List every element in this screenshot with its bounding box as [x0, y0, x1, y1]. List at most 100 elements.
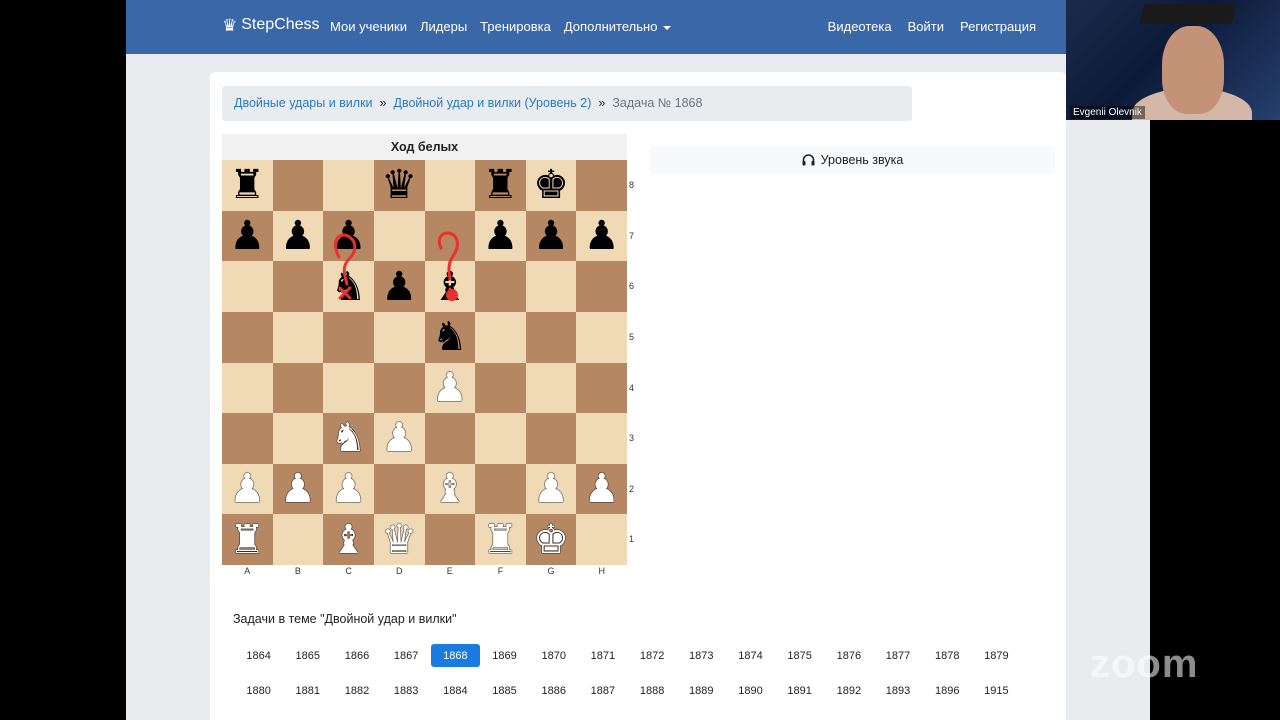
- white-king-icon[interactable]: ♚: [533, 520, 569, 560]
- task-number-button[interactable]: 1873: [677, 638, 726, 673]
- square-b8[interactable]: [272, 160, 324, 211]
- square-h8[interactable]: [576, 160, 627, 211]
- square-a7[interactable]: ♟: [222, 210, 273, 262]
- square-g1[interactable]: ♚: [525, 514, 577, 565]
- task-number-button[interactable]: 1877: [873, 638, 922, 673]
- white-pawn-icon[interactable]: ♟: [331, 469, 367, 509]
- square-b2[interactable]: ♟: [272, 463, 324, 515]
- black-pawn-icon[interactable]: ♟: [229, 216, 265, 256]
- task-number-button[interactable]: 1876: [824, 638, 873, 673]
- square-e2[interactable]: ♝: [424, 463, 476, 515]
- square-c5[interactable]: [323, 311, 374, 363]
- square-e5[interactable]: ♞: [424, 311, 476, 363]
- square-h6[interactable]: [576, 261, 627, 312]
- square-c2[interactable]: ♟: [323, 463, 374, 515]
- task-number-button[interactable]: 1896: [923, 673, 972, 708]
- square-f7[interactable]: ♟: [475, 210, 526, 262]
- task-number-button[interactable]: 1879: [972, 638, 1021, 673]
- square-f1[interactable]: ♜: [475, 514, 526, 565]
- white-pawn-icon[interactable]: ♟: [432, 368, 468, 408]
- nav-leaders[interactable]: Лидеры: [420, 19, 467, 34]
- nav-training[interactable]: Тренировка: [480, 19, 551, 34]
- task-number-button[interactable]: 1910: [382, 708, 431, 720]
- square-c7[interactable]: ♟: [323, 210, 374, 262]
- task-number-button[interactable]: 1881: [283, 673, 332, 708]
- square-d3[interactable]: ♟: [373, 413, 425, 464]
- black-pawn-icon[interactable]: ♟: [533, 216, 569, 256]
- nav-my-students[interactable]: Мои ученики: [330, 19, 407, 34]
- square-g5[interactable]: [525, 311, 577, 363]
- black-rook-icon[interactable]: ♜: [229, 165, 265, 205]
- breadcrumb-link-level[interactable]: Двойной удар и вилки (Уровень 2): [393, 96, 591, 110]
- square-f5[interactable]: [475, 311, 526, 363]
- square-h7[interactable]: ♟: [576, 210, 627, 262]
- task-number-button[interactable]: 1875: [775, 638, 824, 673]
- square-g8[interactable]: ♚: [525, 160, 577, 211]
- square-a6[interactable]: [222, 261, 273, 312]
- square-c4[interactable]: [323, 362, 374, 414]
- black-pawn-icon[interactable]: ♟: [331, 216, 367, 256]
- task-number-button[interactable]: 1867: [382, 638, 431, 673]
- task-number-button[interactable]: 1878: [923, 638, 972, 673]
- task-number-button[interactable]: 1888: [628, 673, 677, 708]
- task-number-button[interactable]: 1889: [677, 673, 726, 708]
- nav-video-library[interactable]: Видеотека: [828, 19, 892, 34]
- task-number-button[interactable]: 1915: [972, 673, 1021, 708]
- square-c1[interactable]: ♝: [323, 514, 374, 565]
- task-number-button[interactable]: 1897: [283, 708, 332, 720]
- nav-login[interactable]: Войти: [908, 19, 944, 34]
- square-e4[interactable]: ♟: [424, 362, 476, 414]
- white-pawn-icon[interactable]: ♟: [381, 418, 417, 458]
- square-h3[interactable]: [576, 413, 627, 464]
- task-number-button[interactable]: 1914: [332, 708, 381, 720]
- square-g3[interactable]: [525, 413, 577, 464]
- task-number-button[interactable]: 1874: [726, 638, 775, 673]
- task-number-button[interactable]: 1887: [578, 673, 627, 708]
- task-number-button[interactable]: 1865: [283, 638, 332, 673]
- task-number-button[interactable]: 1913: [234, 708, 283, 720]
- nav-register[interactable]: Регистрация: [960, 19, 1036, 34]
- black-king-icon[interactable]: ♚: [533, 165, 569, 205]
- task-number-button[interactable]: 1870: [529, 638, 578, 673]
- square-e1[interactable]: [424, 514, 476, 565]
- square-b4[interactable]: [272, 362, 324, 414]
- square-a5[interactable]: [222, 311, 273, 363]
- square-d5[interactable]: [373, 311, 425, 363]
- square-d2[interactable]: [373, 463, 425, 515]
- task-number-button[interactable]: 1890: [726, 673, 775, 708]
- black-bishop-icon[interactable]: ♝: [432, 267, 468, 307]
- square-e3[interactable]: [424, 413, 476, 464]
- square-b6[interactable]: [272, 261, 324, 312]
- square-f3[interactable]: [475, 413, 526, 464]
- white-bishop-icon[interactable]: ♝: [432, 469, 468, 509]
- square-f8[interactable]: ♜: [475, 160, 526, 211]
- square-d6[interactable]: ♟: [373, 261, 425, 312]
- task-number-button[interactable]: 1866: [332, 638, 381, 673]
- black-queen-icon[interactable]: ♛: [381, 165, 417, 205]
- task-number-button[interactable]: 1883: [382, 673, 431, 708]
- square-d4[interactable]: [373, 362, 425, 414]
- brand-link[interactable]: ♛ StepChess: [222, 16, 320, 34]
- black-pawn-icon[interactable]: ♟: [381, 267, 417, 307]
- black-pawn-icon[interactable]: ♟: [280, 216, 316, 256]
- square-h5[interactable]: [576, 311, 627, 363]
- black-pawn-icon[interactable]: ♟: [584, 216, 620, 256]
- square-b3[interactable]: [272, 413, 324, 464]
- task-number-button[interactable]: 1872: [628, 638, 677, 673]
- task-number-button[interactable]: 1893: [873, 673, 922, 708]
- square-a2[interactable]: ♟: [222, 463, 273, 515]
- square-e7[interactable]: [424, 210, 476, 262]
- task-number-button[interactable]: 1884: [431, 673, 480, 708]
- square-e8[interactable]: [424, 160, 476, 211]
- square-b7[interactable]: ♟: [272, 210, 324, 262]
- chessboard[interactable]: ♜ ♛ ♜ ♚ ♟ ♟ ♟ ♟ ♟ ♟ ♞ ♟ ♝ ♞ ♟ ♞ ♟ ♟ ♟ ♟ ♝ ♟ ♟ ♜ ♝ ♛ ♜ ♚: [222, 160, 627, 565]
- task-number-button[interactable]: 1892: [824, 673, 873, 708]
- task-number-button[interactable]: 1869: [480, 638, 529, 673]
- square-b1[interactable]: [272, 514, 324, 565]
- white-queen-icon[interactable]: ♛: [381, 520, 417, 560]
- white-pawn-icon[interactable]: ♟: [584, 469, 620, 509]
- square-g2[interactable]: ♟: [525, 463, 577, 515]
- white-pawn-icon[interactable]: ♟: [533, 469, 569, 509]
- task-number-button[interactable]: 1880: [234, 673, 283, 708]
- task-number-button[interactable]: 1882: [332, 673, 381, 708]
